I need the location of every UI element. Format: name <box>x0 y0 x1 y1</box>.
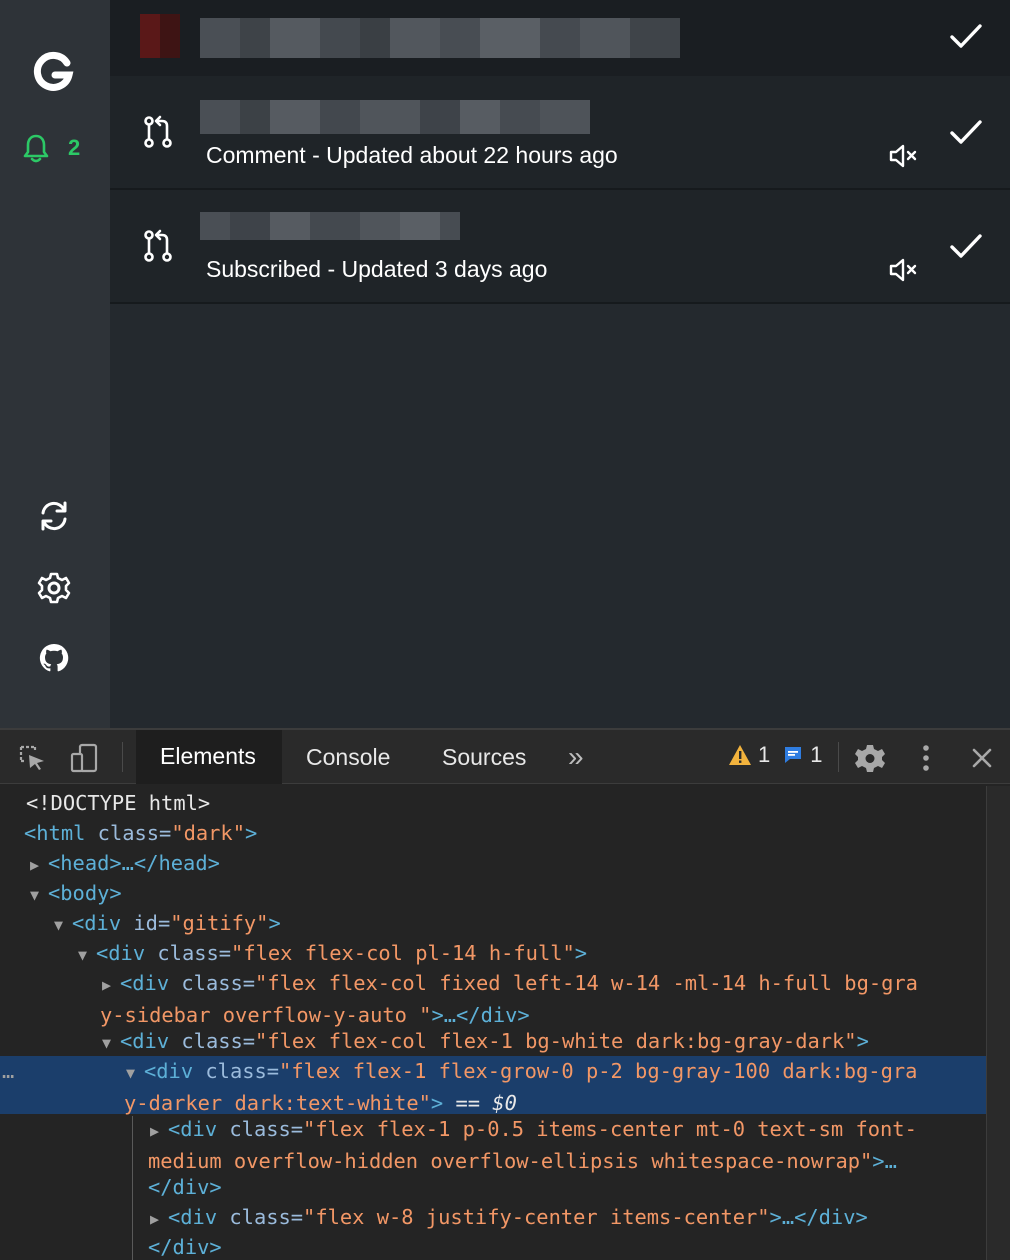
dom-node[interactable]: ▼ <body> <box>0 878 986 908</box>
collapse-triangle-icon[interactable]: ▼ <box>126 1058 144 1088</box>
repo-name-redacted <box>200 18 680 58</box>
devtools-toolbar: Elements Console Sources » 1 1 <box>0 730 1010 784</box>
mark-read-button[interactable] <box>946 112 986 152</box>
device-toolbar-button[interactable] <box>66 740 102 776</box>
repo-avatar <box>140 14 180 58</box>
gear-icon <box>37 572 71 604</box>
warning-icon <box>729 745 751 765</box>
close-icon <box>972 748 992 768</box>
pull-request-icon <box>144 115 172 148</box>
gitify-logo-icon[interactable] <box>33 51 75 93</box>
tab-elements[interactable]: Elements <box>136 730 282 784</box>
expand-triangle-icon[interactable]: ▶ <box>102 970 120 1000</box>
message-count: 1 <box>810 742 823 767</box>
tab-console[interactable]: Console <box>282 730 418 784</box>
dom-node[interactable]: <!DOCTYPE html> <box>0 788 986 818</box>
pull-request-icon <box>144 229 172 262</box>
dom-node[interactable]: ▶ <div class="flex w-8 justify-center ite… <box>0 1202 986 1232</box>
sidebar: 2 <box>0 0 110 728</box>
dom-node[interactable]: </div> <box>0 1172 986 1202</box>
mute-icon[interactable] <box>888 142 920 170</box>
dom-node[interactable]: ▶ <head>…</head> <box>0 848 986 878</box>
issues-counter[interactable]: 1 1 <box>728 742 823 768</box>
gitify-app: 2 Comment - Updated about 22 hours ago S… <box>0 0 1010 728</box>
notifications-panel: Comment - Updated about 22 hours ago Sub… <box>110 0 1010 728</box>
repository-header <box>110 0 1010 76</box>
toolbar-divider <box>122 742 123 772</box>
notification-title-redacted <box>200 100 590 134</box>
collapse-triangle-icon[interactable]: ▼ <box>78 940 96 970</box>
notification-item[interactable]: Comment - Updated about 22 hours ago <box>110 76 1010 190</box>
dom-node[interactable]: ▶ <div class="flex flex-col fixed left-14… <box>0 968 986 1027</box>
inspect-cursor-icon <box>19 745 44 770</box>
dom-scrollbar[interactable] <box>986 786 1010 1260</box>
github-button[interactable] <box>36 640 72 676</box>
notification-title-redacted <box>200 212 460 240</box>
sync-icon <box>41 501 67 531</box>
selected-dom-node[interactable]: … ▼ <div class="flex flex-1 flex-grow-0 p… <box>0 1056 986 1115</box>
expand-triangle-icon[interactable]: ▶ <box>30 850 48 880</box>
mark-read-button[interactable] <box>946 226 986 266</box>
devtools-settings-button[interactable] <box>852 740 888 776</box>
dom-node[interactable]: ▼ <div id="gitify"> <box>0 908 986 938</box>
notification-item[interactable]: Subscribed - Updated 3 days ago <box>110 190 1010 304</box>
customize-devtools-button[interactable] <box>908 740 944 776</box>
settings-button[interactable] <box>36 570 72 606</box>
toolbar-divider <box>838 742 839 772</box>
collapse-triangle-icon[interactable]: ▼ <box>102 1028 120 1058</box>
node-actions-icon[interactable]: … <box>2 1056 14 1086</box>
unread-count: 2 <box>68 135 81 160</box>
refresh-button[interactable] <box>36 498 72 534</box>
tab-sources[interactable]: Sources <box>418 730 554 784</box>
dom-node[interactable]: </div> <box>0 1232 986 1260</box>
message-icon <box>785 747 802 763</box>
devtools-panel: Elements Console Sources » 1 1 <!DOCTYPE… <box>0 728 1010 1260</box>
expand-triangle-icon[interactable]: ▶ <box>150 1116 168 1146</box>
notification-meta: Comment - Updated about 22 hours ago <box>206 142 618 168</box>
warning-count: 1 <box>758 742 771 767</box>
notifications-count[interactable]: 2 <box>22 133 80 163</box>
notification-meta: Subscribed - Updated 3 days ago <box>206 256 548 282</box>
dom-node[interactable]: ▼ <div class="flex flex-col flex-1 bg-whi… <box>0 1026 986 1056</box>
gear-icon <box>855 745 885 772</box>
github-icon <box>39 643 69 672</box>
more-tabs-button[interactable]: » <box>568 730 598 784</box>
kebab-menu-icon <box>923 745 929 771</box>
mute-icon[interactable] <box>888 256 920 284</box>
dom-node[interactable]: ▶ <div class="flex flex-1 p-0.5 items-cen… <box>0 1114 986 1173</box>
dom-node[interactable]: <html class="dark"> <box>0 818 986 848</box>
expand-triangle-icon[interactable]: ▶ <box>150 1204 168 1234</box>
device-mode-icon <box>70 743 98 773</box>
dom-node[interactable]: ▼ <div class="flex flex-col pl-14 h-full"… <box>0 938 986 968</box>
inspect-element-button[interactable] <box>14 740 50 776</box>
mark-repo-read-button[interactable] <box>946 16 986 56</box>
elements-dom-tree: <!DOCTYPE html> <html class="dark"> ▶ <he… <box>0 786 986 1260</box>
collapse-triangle-icon[interactable]: ▼ <box>54 910 72 940</box>
bell-icon <box>23 134 49 163</box>
collapse-triangle-icon[interactable]: ▼ <box>30 880 48 910</box>
close-devtools-button[interactable] <box>964 740 1000 776</box>
